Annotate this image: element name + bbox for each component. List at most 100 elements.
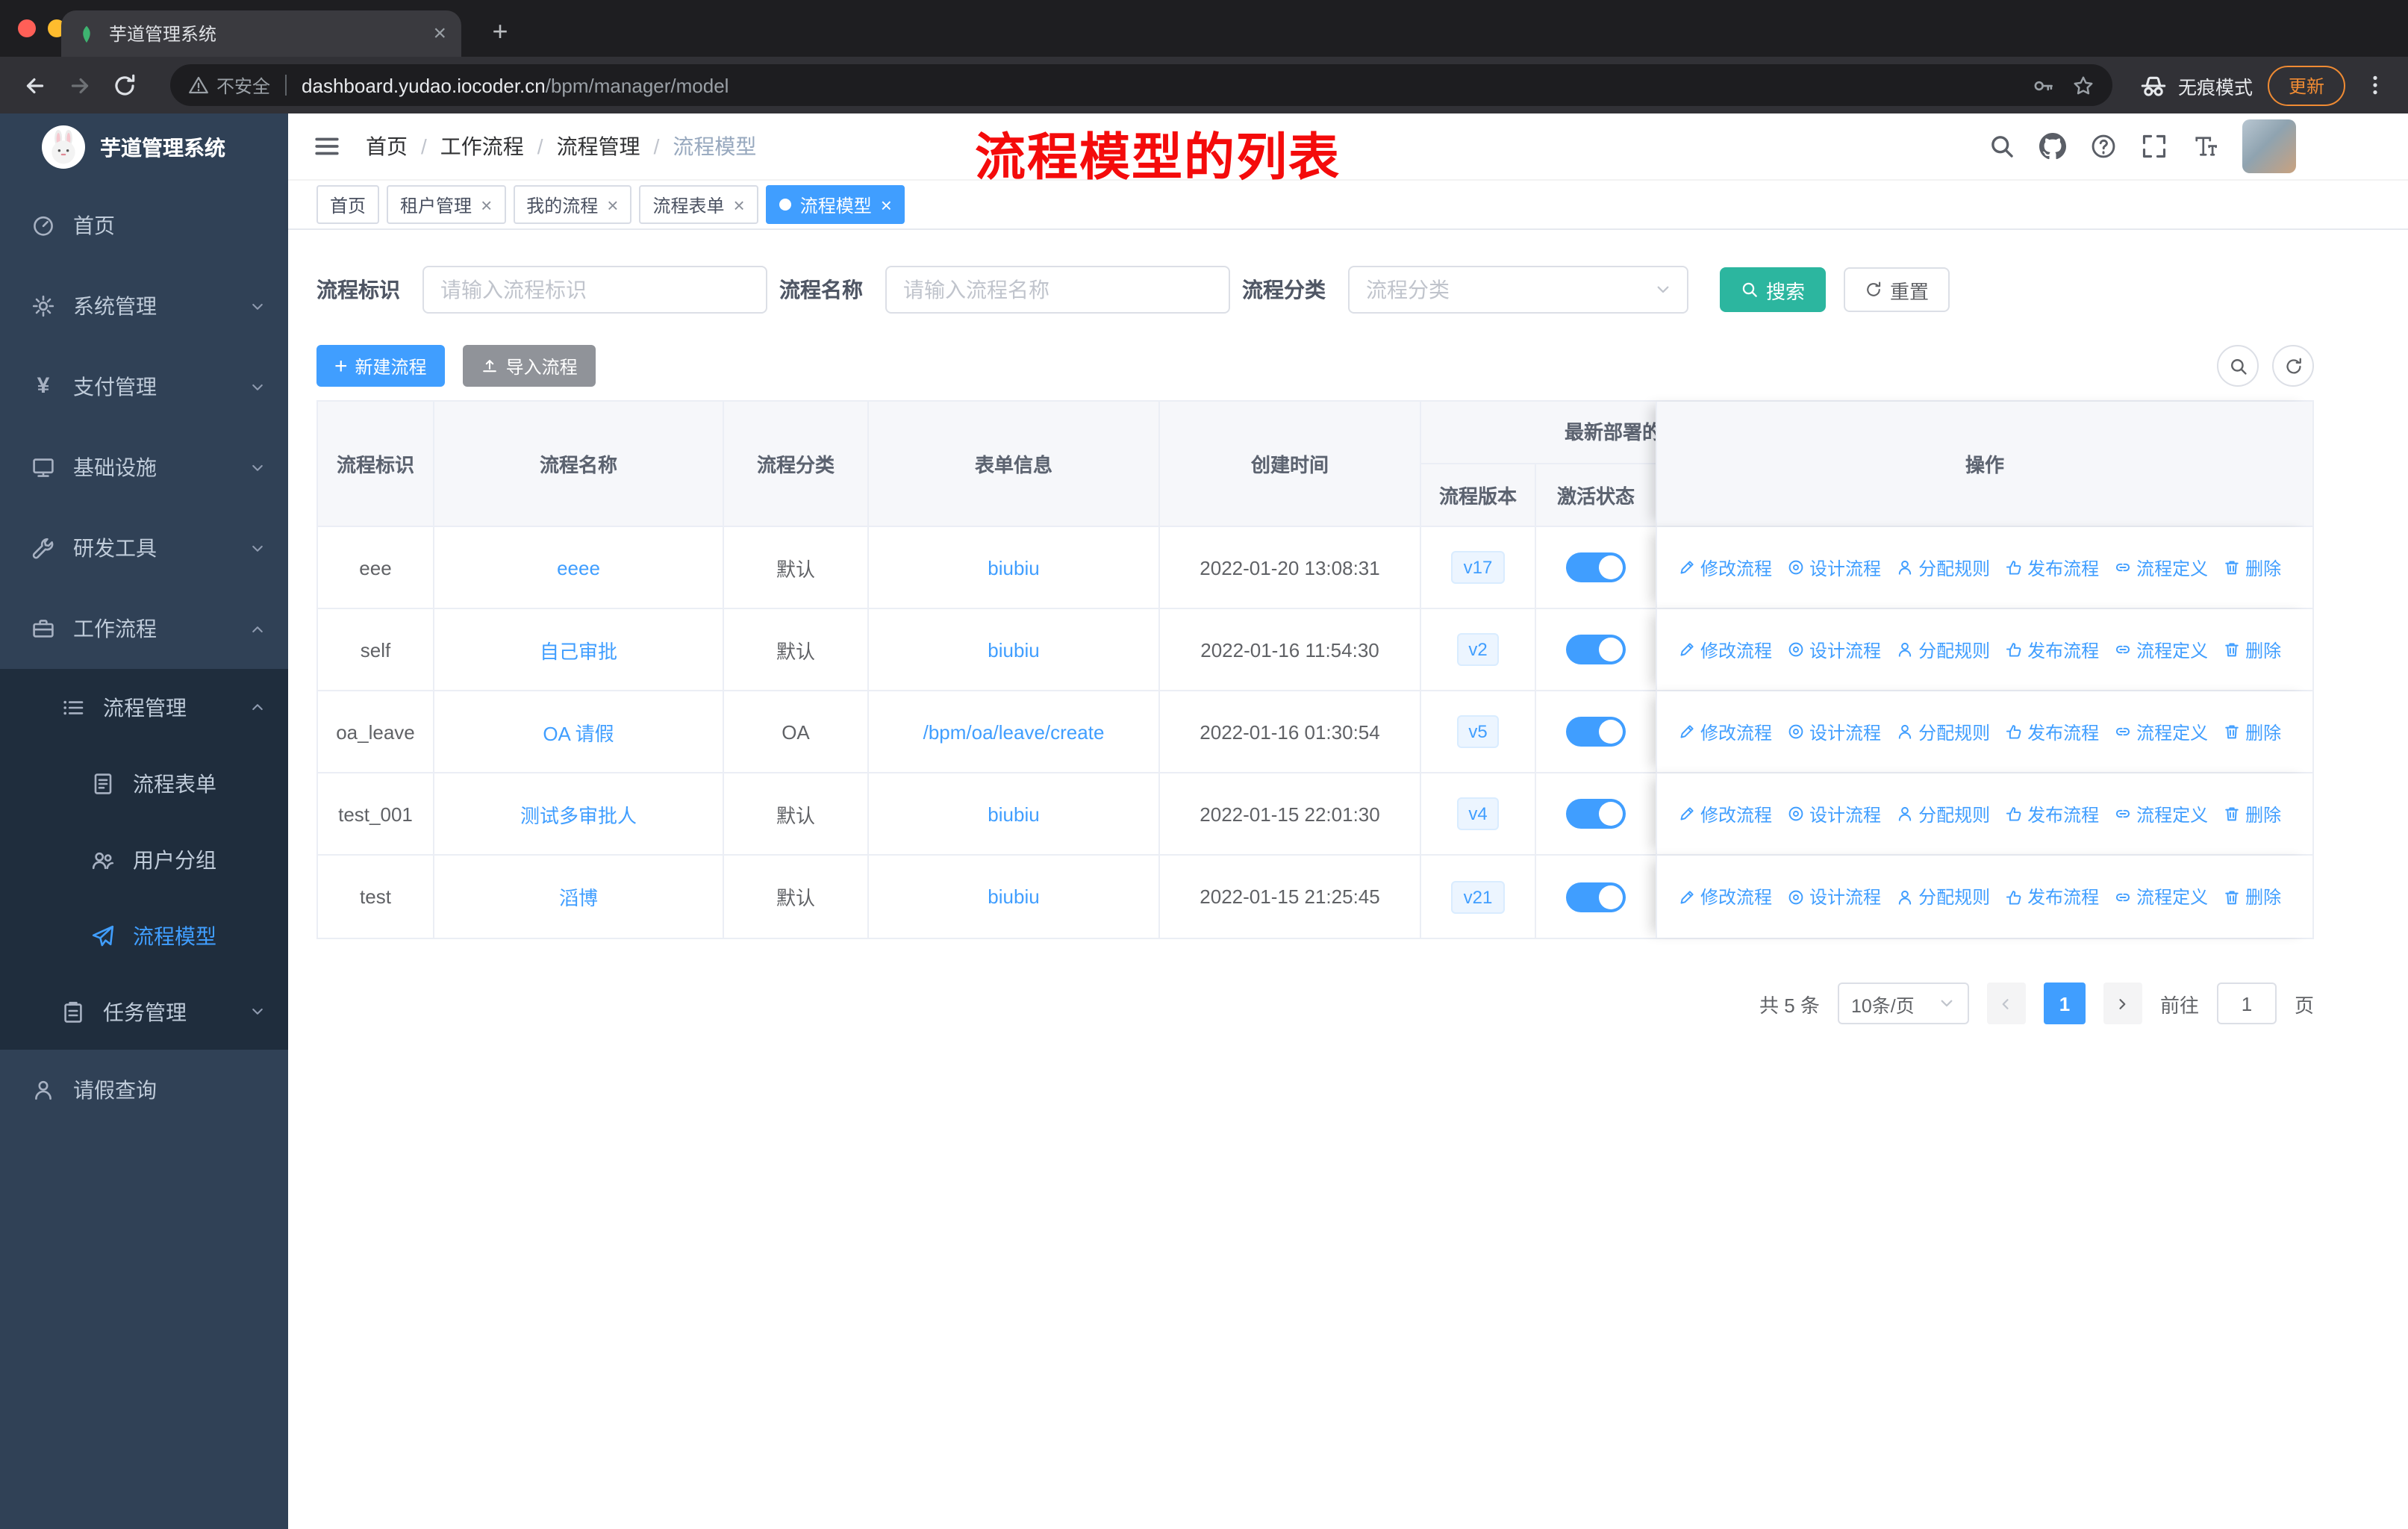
- search-icon[interactable]: [1989, 133, 2015, 160]
- action-delete[interactable]: 删除: [2223, 555, 2281, 580]
- prev-page-button[interactable]: [1986, 983, 2026, 1024]
- action-assign-rules[interactable]: 分配规则: [1896, 555, 1990, 580]
- action-delete[interactable]: 删除: [2223, 637, 2281, 662]
- process-name-link[interactable]: OA 请假: [543, 717, 614, 746]
- form-info-link[interactable]: biubiu: [988, 638, 1039, 661]
- new-tab-button[interactable]: +: [484, 15, 517, 48]
- fullscreen-icon[interactable]: [2141, 133, 2168, 160]
- import-process-button[interactable]: 导入流程: [462, 345, 596, 387]
- process-name-link[interactable]: eeee: [557, 556, 600, 579]
- toggle-search-button[interactable]: [2217, 345, 2259, 387]
- action-definition[interactable]: 流程定义: [2114, 637, 2208, 662]
- tag-my-process[interactable]: 我的流程 ×: [513, 185, 632, 224]
- form-info-link[interactable]: biubiu: [988, 885, 1039, 908]
- process-name-input[interactable]: [885, 266, 1230, 314]
- active-toggle[interactable]: [1566, 635, 1626, 664]
- action-modify[interactable]: 修改流程: [1678, 637, 1772, 662]
- action-publish[interactable]: 发布流程: [2005, 637, 2099, 662]
- action-delete[interactable]: 删除: [2223, 801, 2281, 826]
- forward-button[interactable]: [60, 66, 99, 105]
- action-definition[interactable]: 流程定义: [2114, 884, 2208, 909]
- address-bar[interactable]: 不安全 dashboard.yudao.iocoder.cn/bpm/manag…: [170, 64, 2112, 106]
- password-key-icon[interactable]: [2032, 74, 2054, 96]
- close-icon[interactable]: ×: [881, 195, 892, 214]
- user-avatar[interactable]: [2242, 119, 2296, 173]
- action-publish[interactable]: 发布流程: [2005, 719, 2099, 744]
- close-window-button[interactable]: [18, 19, 36, 37]
- tab-close-icon[interactable]: ×: [433, 22, 446, 45]
- action-design[interactable]: 设计流程: [1787, 637, 1881, 662]
- github-icon[interactable]: [2039, 133, 2066, 160]
- tag-tenant-mgmt[interactable]: 租户管理 ×: [387, 185, 506, 224]
- form-info-link[interactable]: biubiu: [988, 803, 1039, 825]
- page-number-1[interactable]: 1: [2043, 983, 2086, 1024]
- process-id-input[interactable]: [422, 266, 767, 314]
- sidebar-item-payment-mgmt[interactable]: ¥ 支付管理: [0, 346, 288, 427]
- action-assign-rules[interactable]: 分配规则: [1896, 801, 1990, 826]
- active-toggle[interactable]: [1566, 552, 1626, 582]
- form-info-link[interactable]: /bpm/oa/leave/create: [923, 720, 1105, 743]
- close-icon[interactable]: ×: [734, 195, 745, 214]
- sidebar-item-leave-query[interactable]: 请假查询: [0, 1050, 288, 1130]
- active-toggle[interactable]: [1566, 882, 1626, 912]
- action-publish[interactable]: 发布流程: [2005, 555, 2099, 580]
- action-delete[interactable]: 删除: [2223, 884, 2281, 909]
- breadcrumb-home[interactable]: 首页: [366, 131, 440, 161]
- sidebar-item-workflow[interactable]: 工作流程: [0, 588, 288, 669]
- action-modify[interactable]: 修改流程: [1678, 555, 1772, 580]
- breadcrumb-workflow[interactable]: 工作流程: [440, 131, 557, 161]
- bookmark-star-icon[interactable]: [2072, 74, 2094, 96]
- action-publish[interactable]: 发布流程: [2005, 884, 2099, 909]
- sidebar-item-process-mgmt[interactable]: 流程管理: [0, 669, 288, 745]
- process-category-select[interactable]: 流程分类: [1348, 266, 1688, 314]
- close-icon[interactable]: ×: [607, 195, 618, 214]
- sidebar-item-system-mgmt[interactable]: 系统管理: [0, 266, 288, 346]
- search-button[interactable]: 搜索: [1720, 267, 1827, 312]
- action-definition[interactable]: 流程定义: [2114, 555, 2208, 580]
- tag-home[interactable]: 首页: [316, 185, 380, 224]
- process-name-link[interactable]: 测试多审批人: [520, 800, 637, 828]
- action-design[interactable]: 设计流程: [1787, 719, 1881, 744]
- breadcrumb-process-mgmt[interactable]: 流程管理: [557, 131, 673, 161]
- action-assign-rules[interactable]: 分配规则: [1896, 884, 1990, 909]
- sidebar-item-process-model[interactable]: 流程模型: [0, 897, 288, 974]
- action-definition[interactable]: 流程定义: [2114, 719, 2208, 744]
- action-design[interactable]: 设计流程: [1787, 555, 1881, 580]
- action-delete[interactable]: 删除: [2223, 719, 2281, 744]
- process-name-link[interactable]: 滔博: [559, 882, 598, 911]
- tag-process-form[interactable]: 流程表单 ×: [639, 185, 758, 224]
- goto-page-input[interactable]: [2216, 983, 2277, 1024]
- form-info-link[interactable]: biubiu: [988, 556, 1039, 579]
- action-modify[interactable]: 修改流程: [1678, 801, 1772, 826]
- sidebar-item-infrastructure[interactable]: 基础设施: [0, 427, 288, 508]
- refresh-table-button[interactable]: [2272, 345, 2314, 387]
- action-assign-rules[interactable]: 分配规则: [1896, 637, 1990, 662]
- security-warning[interactable]: 不安全: [188, 72, 270, 98]
- sidebar-item-user-group[interactable]: 用户分组: [0, 821, 288, 897]
- reset-button[interactable]: 重置: [1844, 267, 1950, 312]
- action-modify[interactable]: 修改流程: [1678, 719, 1772, 744]
- close-icon[interactable]: ×: [481, 195, 492, 214]
- sidebar-item-home[interactable]: 首页: [0, 185, 288, 266]
- action-design[interactable]: 设计流程: [1787, 884, 1881, 909]
- reload-button[interactable]: [105, 66, 143, 105]
- action-assign-rules[interactable]: 分配规则: [1896, 719, 1990, 744]
- help-icon[interactable]: [2090, 133, 2117, 160]
- page-size-select[interactable]: 10条/页: [1837, 983, 1969, 1024]
- sidebar-item-task-mgmt[interactable]: 任务管理: [0, 974, 288, 1050]
- back-button[interactable]: [15, 66, 54, 105]
- action-definition[interactable]: 流程定义: [2114, 801, 2208, 826]
- browser-update-button[interactable]: 更新: [2267, 65, 2345, 105]
- tag-process-model[interactable]: 流程模型 ×: [765, 185, 905, 224]
- browser-tab[interactable]: 芋道管理系统 ×: [61, 10, 461, 57]
- create-process-button[interactable]: + 新建流程: [316, 345, 445, 387]
- action-modify[interactable]: 修改流程: [1678, 884, 1772, 909]
- sidebar-item-process-form[interactable]: 流程表单: [0, 745, 288, 821]
- active-toggle[interactable]: [1566, 717, 1626, 747]
- browser-menu-icon[interactable]: [2357, 67, 2393, 103]
- sidebar-toggle-icon[interactable]: [312, 131, 342, 161]
- active-toggle[interactable]: [1566, 799, 1626, 829]
- action-publish[interactable]: 发布流程: [2005, 801, 2099, 826]
- sidebar-item-dev-tools[interactable]: 研发工具: [0, 508, 288, 588]
- app-logo[interactable]: 芋道管理系统: [0, 113, 288, 181]
